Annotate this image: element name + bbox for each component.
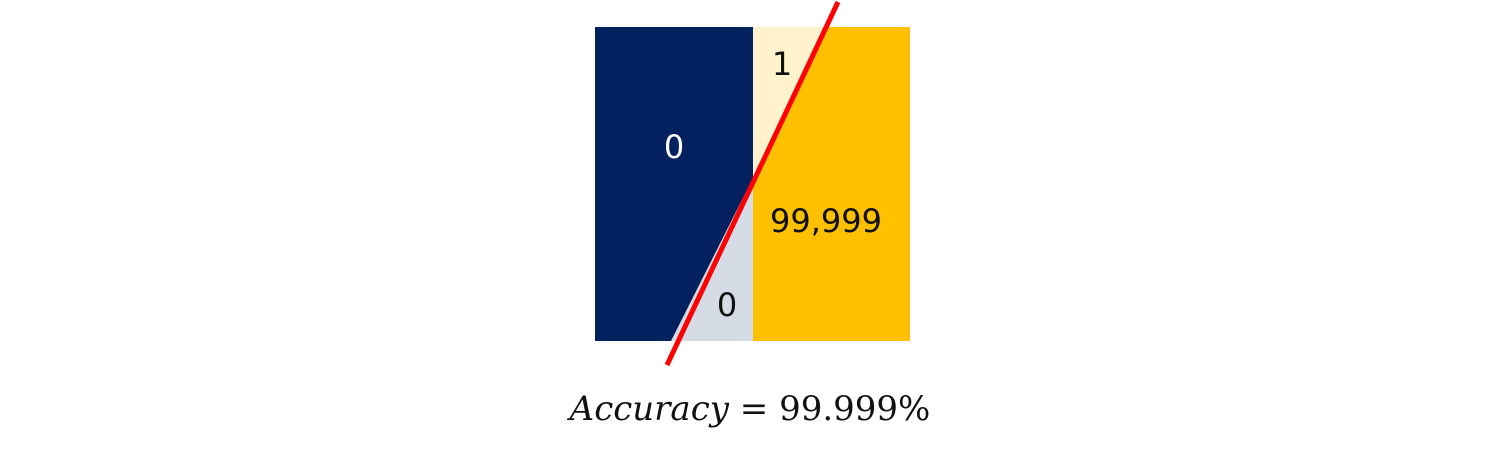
true-positive-label: 99,999 [770,202,882,240]
equals-sign: = [739,389,769,429]
accuracy-variable: Accuracy [569,389,729,429]
confusion-diagram: 0 0 1 99,999 Accuracy = 99.999% [0,0,1500,445]
confusion-diagram-svg: 0 0 1 99,999 [595,0,910,367]
true-negative-label: 0 [664,128,684,166]
false-negative-label: 0 [717,286,737,324]
accuracy-formula: Accuracy = 99.999% [0,386,1500,432]
accuracy-value: 99.999% [779,389,931,429]
false-positive-label: 1 [772,45,792,83]
